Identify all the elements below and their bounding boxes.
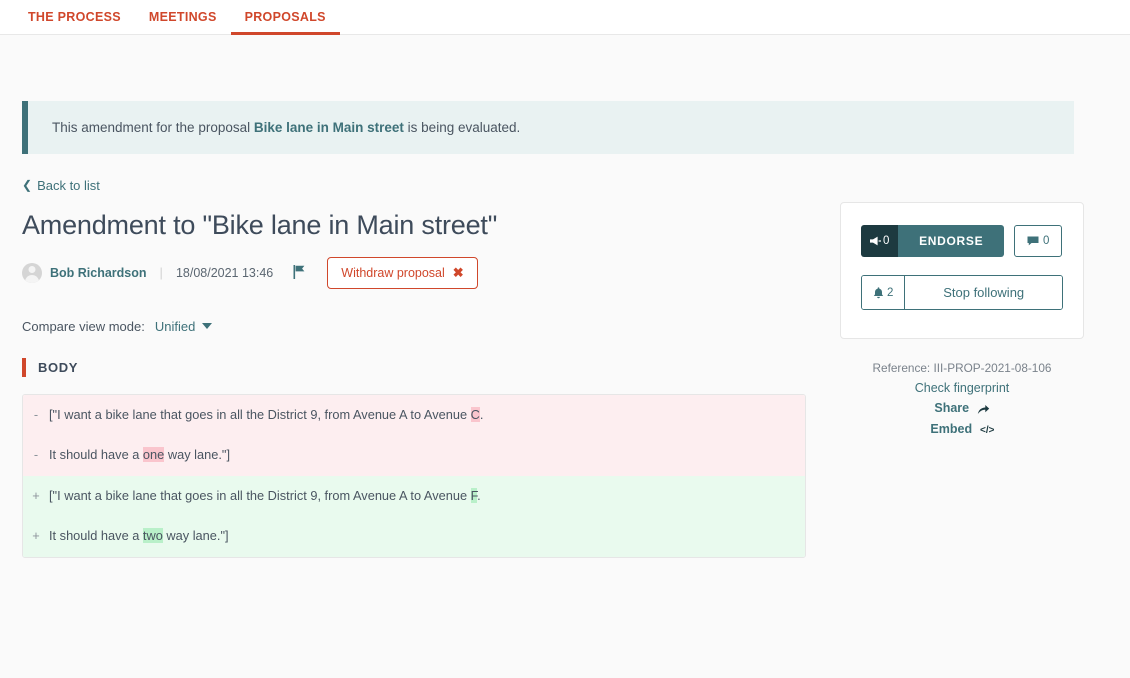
main-column: ❮ Back to list Amendment to "Bike lane i…	[22, 176, 812, 558]
timestamp: 18/08/2021 13:46	[175, 265, 274, 280]
flag-icon[interactable]	[293, 265, 306, 281]
body-section-header: BODY	[22, 357, 812, 377]
callout-text-after: is being evaluated.	[403, 120, 521, 135]
embed-link[interactable]: Embed </>	[840, 419, 1084, 439]
check-fingerprint-link[interactable]: Check fingerprint	[840, 378, 1084, 398]
comments-button[interactable]: 0	[1014, 225, 1063, 257]
follow-count-badge: 2	[862, 276, 906, 309]
back-to-list-link[interactable]: ❮ Back to list	[22, 178, 100, 193]
sidebar-meta: Reference: III-PROP-2021-08-106 Check fi…	[840, 359, 1084, 439]
diff-line-text: ["I want a bike lane that goes in all th…	[49, 406, 497, 425]
share-label: Share	[934, 401, 970, 416]
endorse-button[interactable]: 0 ENDORSE	[861, 225, 1004, 257]
embed-label: Embed	[930, 421, 973, 436]
page-title: Amendment to "Bike lane in Main street"	[22, 209, 498, 240]
body-section-title: BODY	[38, 359, 78, 375]
compare-view-mode-value: Unified	[154, 318, 196, 334]
actions-card: 0 ENDORSE 0 2 Stop following	[840, 202, 1084, 339]
endorse-count: 0	[883, 235, 890, 247]
content-columns: ❮ Back to list Amendment to "Bike lane i…	[0, 154, 1130, 558]
nav-item-meetings[interactable]: MEETINGS	[135, 1, 231, 35]
chevron-down-icon	[202, 323, 213, 329]
diff-line-deletion: - It should have a one way lane."]	[23, 435, 805, 476]
diff-text-part: .	[479, 406, 484, 422]
section-accent-bar	[22, 357, 26, 377]
page-container: This amendment for the proposal Bike lan…	[0, 35, 1130, 558]
diff-container: - ["I want a bike lane that goes in all …	[22, 393, 806, 558]
diff-deletions-block: - ["I want a bike lane that goes in all …	[23, 394, 805, 476]
diff-line-addition: + ["I want a bike lane that goes in all …	[23, 476, 805, 517]
withdraw-proposal-label: Withdraw proposal	[341, 265, 445, 280]
compare-view-mode-select[interactable]: Unified	[154, 318, 213, 334]
diff-text-part: ["I want a bike lane that goes in all th…	[49, 406, 471, 422]
diff-text-part: ["I want a bike lane that goes in all th…	[49, 487, 471, 503]
avatar	[22, 262, 42, 283]
diff-marker: +	[32, 487, 40, 503]
diff-additions-block: + ["I want a bike lane that goes in all …	[23, 475, 805, 557]
code-brackets-icon: </>	[980, 422, 994, 436]
nav-item-proposals[interactable]: PROPOSALS	[230, 1, 340, 35]
nav-item-the-process[interactable]: THE PROCESS	[14, 1, 135, 35]
nav-item-label: THE PROCESS	[28, 9, 121, 24]
withdraw-proposal-button[interactable]: Withdraw proposal ✖	[327, 256, 478, 289]
amendment-status-callout: This amendment for the proposal Bike lan…	[22, 101, 1074, 154]
diff-line-deletion: - ["I want a bike lane that goes in all …	[23, 395, 805, 436]
diff-text-highlight: two	[142, 528, 163, 544]
comment-icon	[1027, 236, 1039, 246]
endorse-label: ENDORSE	[898, 225, 1004, 257]
endorse-count-badge: 0	[861, 225, 899, 257]
diff-text-part: .	[477, 487, 481, 503]
comments-count: 0	[1043, 235, 1050, 247]
megaphone-icon	[870, 236, 881, 246]
diff-marker: -	[33, 406, 39, 422]
diff-text-part: way lane."]	[164, 447, 230, 463]
callout-wrapper: This amendment for the proposal Bike lan…	[0, 35, 1130, 154]
nav-item-label: PROPOSALS	[244, 9, 326, 24]
follow-count: 2	[887, 286, 894, 299]
diff-marker: +	[32, 528, 40, 544]
top-navigation: THE PROCESS MEETINGS PROPOSALS	[0, 0, 1130, 35]
diff-line-text: It should have a two way lane."]	[49, 527, 243, 546]
author-name-link[interactable]: Bob Richardson	[50, 266, 147, 280]
diff-text-highlight: one	[142, 447, 165, 463]
endorse-row: 0 ENDORSE 0	[861, 225, 1063, 257]
nav-item-label: MEETINGS	[148, 9, 217, 24]
follow-label: Stop following	[905, 276, 1062, 309]
chevron-left-icon: ❮	[22, 178, 33, 192]
bell-icon	[873, 286, 884, 298]
callout-proposal-link[interactable]: Bike lane in Main street	[254, 120, 404, 135]
sidebar-column: 0 ENDORSE 0 2 Stop following Reference: …	[840, 176, 1084, 558]
diff-text-part: way lane."]	[162, 528, 229, 544]
compare-view-mode-row: Compare view mode: Unified	[22, 319, 812, 334]
diff-line-text: It should have a one way lane."]	[49, 446, 244, 465]
compare-view-mode-label: Compare view mode:	[22, 318, 145, 334]
share-link[interactable]: Share	[840, 398, 1084, 418]
follow-button[interactable]: 2 Stop following	[861, 275, 1063, 310]
close-x-icon: ✖	[452, 264, 464, 280]
diff-text-part: It should have a	[49, 528, 143, 544]
svg-text:</>: </>	[980, 425, 994, 435]
share-arrow-icon	[977, 401, 990, 415]
diff-marker: -	[33, 447, 39, 463]
callout-text-before: This amendment for the proposal	[52, 120, 254, 135]
diff-line-addition: + It should have a two way lane."]	[23, 516, 805, 557]
diff-text-part: It should have a	[49, 447, 143, 463]
divider: |	[159, 265, 163, 280]
diff-text-highlight: C	[470, 406, 480, 422]
diff-line-text: ["I want a bike lane that goes in all th…	[49, 487, 495, 506]
reference-text: Reference: III-PROP-2021-08-106	[872, 361, 1052, 375]
back-to-list-label: Back to list	[37, 177, 100, 193]
author-row: Bob Richardson | 18/08/2021 13:46 Withdr…	[22, 256, 812, 289]
